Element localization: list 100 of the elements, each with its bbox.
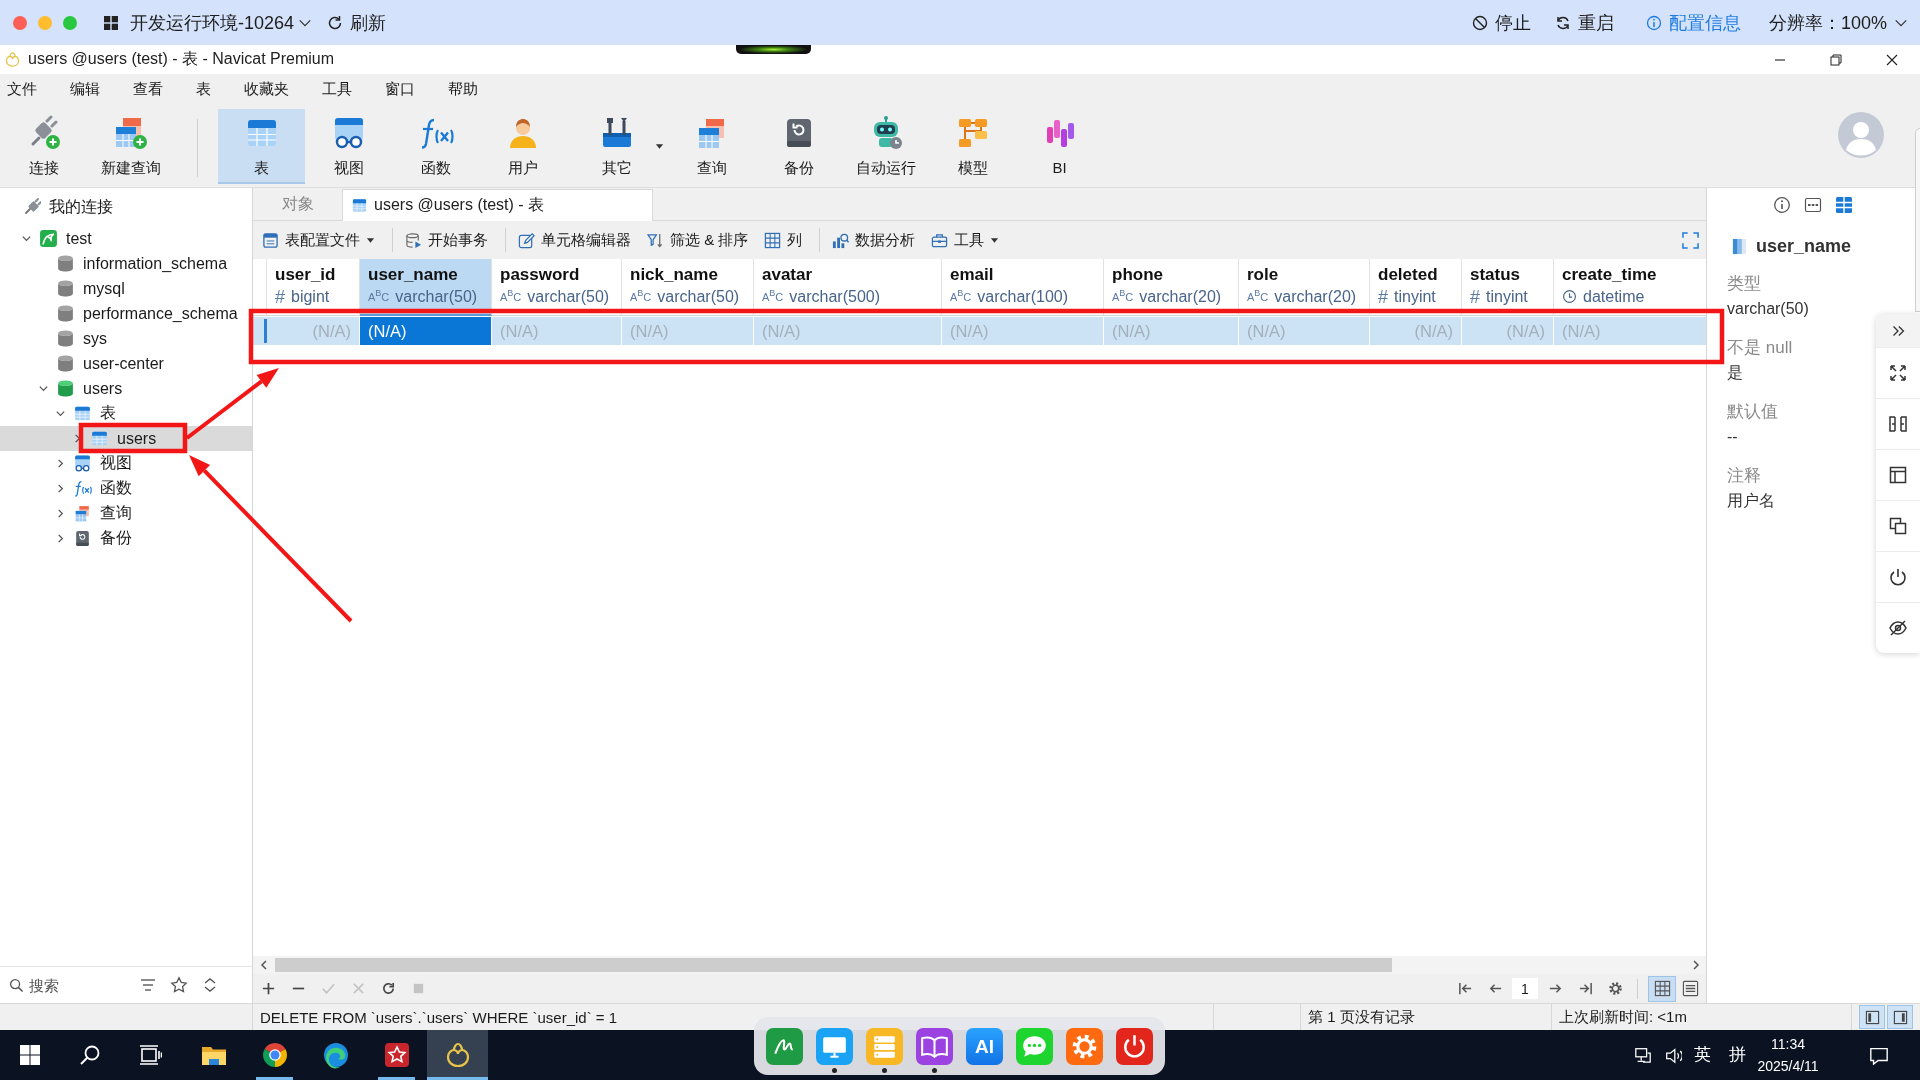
taskbar-button[interactable] [427, 1030, 488, 1080]
code-box-icon[interactable] [1804, 195, 1822, 214]
start-icon[interactable] [19, 1044, 41, 1066]
toolbar-button[interactable]: 开始事务 [402, 225, 491, 255]
column-header[interactable]: phone A$^{B}$C varchar(20) [1104, 259, 1239, 316]
tree-item[interactable]: 备份 [0, 526, 252, 551]
task-view-icon[interactable] [138, 1044, 162, 1066]
toolbar-button[interactable]: 工具 [928, 225, 1003, 255]
column-header[interactable]: role A$^{B}$C varchar(20) [1239, 259, 1370, 316]
book-tile-icon[interactable] [916, 1028, 953, 1065]
star-icon[interactable] [170, 976, 188, 994]
column-header[interactable]: email A$^{B}$C varchar(100) [942, 259, 1104, 316]
filter-icon[interactable] [139, 976, 157, 994]
ime-indicator[interactable]: 拼 [1729, 1044, 1746, 1066]
input-mode-indicator[interactable]: 英 [1694, 1044, 1711, 1066]
toolbar-button[interactable]: 用户 [479, 109, 566, 184]
notification-icon[interactable] [1869, 1045, 1889, 1065]
refresh-icon[interactable] [380, 981, 396, 996]
column-header[interactable]: status # tinyint [1462, 259, 1554, 316]
toolbar-button[interactable]: 其它 [566, 109, 668, 184]
eye-off-icon[interactable] [1888, 618, 1908, 638]
tab[interactable]: users @users (test) - 表 [342, 189, 653, 221]
power-tile-icon[interactable] [1116, 1028, 1153, 1065]
scroll-left-icon[interactable] [259, 960, 269, 970]
toolbar-button[interactable]: 自动运行 [842, 109, 929, 184]
view-toggle[interactable] [1648, 975, 1676, 1002]
chat-tile-icon[interactable] [1016, 1028, 1053, 1065]
toolbar-button[interactable]: BI [1016, 109, 1103, 184]
panel-toggle[interactable] [1859, 1005, 1885, 1029]
power-icon[interactable] [1888, 567, 1908, 587]
tree-item[interactable]: information_schema [0, 251, 252, 276]
tree-item[interactable]: user-center [0, 351, 252, 376]
top-action-button[interactable]: 重启 [1554, 6, 1614, 39]
server-tile-icon[interactable] [866, 1028, 903, 1065]
resolution-dropdown[interactable]: 分辨率：100% [1768, 10, 1908, 35]
tree-item[interactable]: 查询 [0, 501, 252, 526]
column-header[interactable]: deleted # tinyint [1370, 259, 1462, 316]
toolbar-button[interactable]: 连接 [0, 109, 87, 184]
settings-icon[interactable] [1607, 981, 1623, 996]
tree-item[interactable]: users [0, 376, 252, 401]
minimize-dot-icon[interactable] [38, 15, 52, 30]
scrollbar-thumb[interactable] [275, 958, 1392, 972]
tree-item[interactable]: sys [0, 326, 252, 351]
toolbar-button[interactable]: 备份 [755, 109, 842, 184]
app-tile[interactable]: AI [966, 1028, 1003, 1065]
toolbar-button[interactable]: 表配置文件 [259, 225, 378, 255]
toolbar-button[interactable]: 查询 [668, 109, 755, 184]
monitor-tile-icon[interactable] [816, 1028, 853, 1065]
tree-item[interactable]: 视图 [0, 451, 252, 476]
tree-item[interactable]: mysql [0, 276, 252, 301]
last-page-icon[interactable] [1577, 981, 1593, 996]
table-row[interactable]: (N/A) (N/A) (N/A) (N/A) (N/A) (N/A) (N/A) (N/A) (N/A) (N/A) (N/A) [253, 317, 1706, 345]
pen-tile-icon[interactable] [766, 1028, 803, 1065]
toolbar-button[interactable]: 列 [761, 225, 806, 255]
info-icon[interactable] [1773, 195, 1791, 214]
menu-item[interactable]: 查看 [133, 76, 163, 103]
toolbar-button[interactable]: 视图 [305, 109, 392, 184]
toolbar-button[interactable]: 筛选 & 排序 [644, 225, 752, 255]
search-icon[interactable] [79, 1044, 101, 1066]
toolbar-button[interactable]: 表 [218, 109, 305, 184]
split-icon[interactable] [1888, 414, 1908, 434]
tree-item[interactable]: 表 [0, 401, 252, 426]
column-header[interactable]: user_name A$^{B}$C varchar(50) [360, 259, 492, 316]
refresh-button[interactable]: 刷新 [327, 6, 387, 39]
menu-item[interactable]: 收藏夹 [244, 76, 289, 103]
column-header[interactable]: nick_name A$^{B}$C varchar(50) [622, 259, 754, 316]
grid-icon[interactable] [1835, 195, 1853, 214]
menu-item[interactable]: 文件 [7, 76, 37, 103]
menu-item[interactable]: 表 [196, 76, 211, 103]
maximize-dot-icon[interactable] [63, 15, 77, 30]
menu-item[interactable]: 编辑 [70, 76, 100, 103]
column-header[interactable]: user_id # bigint [267, 259, 360, 316]
tree-item[interactable]: 函数 [0, 476, 252, 501]
volume-icon[interactable] [1664, 1046, 1682, 1064]
network-icon[interactable] [1634, 1046, 1652, 1064]
plus-icon[interactable] [260, 981, 276, 996]
toolbar-button[interactable]: 数据分析 [829, 225, 919, 255]
panel-toggle[interactable] [1887, 1005, 1913, 1029]
fullscreen-icon[interactable] [1888, 363, 1908, 383]
toolbar-button[interactable]: 单元格编辑器 [515, 225, 634, 255]
environment-dropdown[interactable]: 开发运行环境-10264 [103, 6, 313, 39]
toolbar-button[interactable]: 新建查询 [87, 109, 174, 184]
chevron-down-icon[interactable] [37, 383, 49, 394]
toolbar-button[interactable]: 模型 [929, 109, 1016, 184]
column-header[interactable]: password A$^{B}$C varchar(50) [492, 259, 622, 316]
menu-item[interactable]: 工具 [322, 76, 352, 103]
menu-item[interactable]: 帮助 [448, 76, 478, 103]
page-field[interactable]: 1 [1512, 978, 1538, 999]
first-page-icon[interactable] [1457, 981, 1473, 996]
top-action-button[interactable]: 停止 [1471, 6, 1531, 39]
tree-item[interactable]: performance_schema [0, 301, 252, 326]
scroll-right-icon[interactable] [1691, 960, 1701, 970]
search-field[interactable]: 搜索 [29, 976, 129, 994]
menu-item[interactable]: 窗口 [385, 76, 415, 103]
tree-item[interactable]: test [0, 226, 252, 251]
toolbar-button[interactable]: 函数 [392, 109, 479, 184]
chevron-down-icon[interactable] [54, 408, 66, 419]
layout-icon[interactable] [1888, 465, 1908, 485]
panel-handle[interactable] [1915, 128, 1920, 312]
chevron-down-icon[interactable] [20, 233, 32, 244]
